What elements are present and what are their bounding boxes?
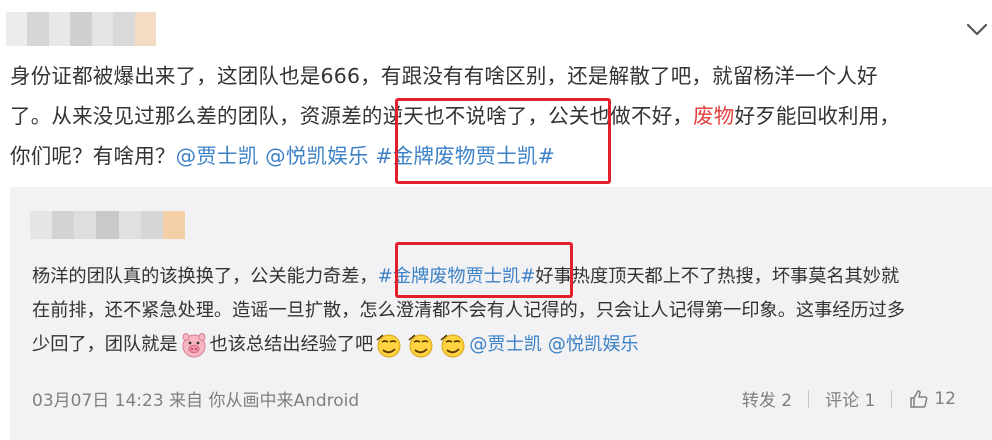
mention-link[interactable]: @悦凯娱乐	[548, 328, 639, 362]
action-bar: 转发 2 评论 1 12	[742, 386, 956, 412]
thumbs-up-icon	[910, 389, 928, 408]
repost-line: 在前排，还不紧急处理。造谣一旦扩散，怎么澄清都不会有人记得的，只会让人记得第一印…	[32, 300, 906, 321]
annotation-box	[395, 242, 573, 298]
divider	[808, 389, 810, 408]
smug-emoji-icon	[440, 334, 465, 358]
repost-line: 少回了，团队就是 也该总结出经验了吧 @贾士凯 @悦凯娱乐	[32, 328, 982, 362]
blurred-username	[30, 211, 185, 239]
mention-link[interactable]: @悦凯娱乐	[265, 144, 369, 168]
smug-emoji-icon	[376, 334, 401, 358]
post-meta: 03月07日 14:23 来自 你从画中来Android	[32, 391, 360, 411]
comment-button[interactable]: 评论 1	[825, 386, 875, 411]
like-count: 12	[934, 388, 956, 409]
repost-card: 杨洋的团队真的该换换了，公关能力奇差， #金牌废物贾士凯# 好事热度顶天都上不了热搜…	[10, 187, 992, 440]
mention-link[interactable]: @贾士凯	[176, 144, 259, 168]
mention-link[interactable]: @贾士凯	[469, 328, 542, 362]
smug-emoji-icon	[408, 334, 433, 358]
chevron-down-icon[interactable]	[962, 14, 992, 44]
like-button[interactable]: 12	[908, 388, 956, 410]
pig-emoji-icon	[182, 333, 206, 358]
blurred-username	[6, 12, 156, 46]
post-line: 身份证都被爆出来了，这团队也是666，有跟没有有啥区别，还是解散了吧，就留杨洋一…	[10, 64, 878, 88]
divider	[891, 389, 893, 408]
forward-button[interactable]: 转发 2	[742, 386, 792, 411]
highlight-keyword: 废物	[693, 104, 735, 128]
annotation-box	[395, 98, 611, 184]
